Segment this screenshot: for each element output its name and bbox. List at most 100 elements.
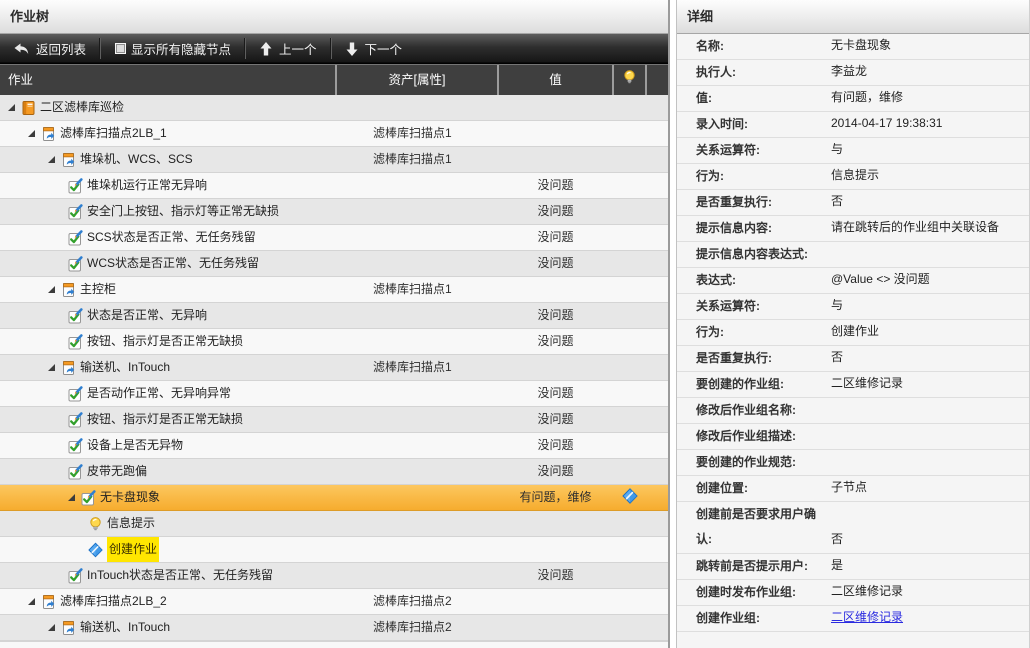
tree-row-selected[interactable]: 无卡盘现象 有问题，维修: [0, 485, 668, 511]
tree-row[interactable]: 堆垛机、WCS、SCS滤棒库扫描点1: [0, 147, 668, 173]
tree-row-value-cell: 没问题: [499, 433, 612, 458]
tree-row[interactable]: 是否动作正常、无异响异常 没问题: [0, 381, 668, 407]
job-tree-panel: 作业树 返回列表 显示所有隐藏节点 上一个: [0, 0, 670, 648]
show-hidden-nodes-label: 显示所有隐藏节点: [131, 39, 231, 58]
tree-node-label: 按钮、指示灯是否正常无缺损: [87, 329, 243, 354]
tree-row[interactable]: 按钮、指示灯是否正常无缺损没问题: [0, 407, 668, 433]
expand-collapse-icon[interactable]: [28, 130, 35, 137]
tree-row-asset-cell: 滤棒库扫描点2: [337, 615, 497, 640]
tree-row[interactable]: 状态是否正常、无异响没问题: [0, 303, 668, 329]
detail-field-row: 要创建的作业组:二区维修记录: [677, 372, 1030, 398]
detail-field-label: 表达式:: [696, 268, 828, 293]
detail-fields: 名称:无卡盘现象执行人:李益龙值:有问题，维修录入时间:2014-04-17 1…: [677, 34, 1030, 632]
tree-row[interactable]: WCS状态是否正常、无任务残留 没问题: [0, 251, 668, 277]
column-header-flag[interactable]: [614, 65, 645, 96]
checked-item-icon: [68, 412, 83, 428]
expand-collapse-icon[interactable]: [48, 364, 55, 371]
expand-collapse-icon[interactable]: [68, 494, 75, 501]
column-header-job[interactable]: 作业: [8, 65, 33, 96]
expand-collapse-icon[interactable]: [8, 104, 15, 111]
tree-row[interactable]: 安全门上按钮、指示灯等正常无缺损没问题: [0, 199, 668, 225]
detail-field-value: 子节点: [831, 475, 867, 501]
tree-row-value-cell: 没问题: [499, 381, 612, 406]
tree-row-value-cell: 没问题: [499, 251, 612, 276]
tree-row-value-cell: 没问题: [499, 563, 612, 588]
detail-field-value-link[interactable]: 二区维修记录: [831, 605, 903, 631]
tree-toolbar: 返回列表 显示所有隐藏节点 上一个 下一个: [0, 34, 668, 64]
column-resize-handle[interactable]: [645, 65, 647, 96]
detail-field-label: 行为:: [696, 164, 828, 189]
detail-field-row: 是否重复执行:否: [677, 190, 1030, 216]
detail-field-row: 要创建的作业规范:: [677, 450, 1030, 476]
tree-row[interactable]: 按钮、指示灯是否正常无缺损 没问题: [0, 329, 668, 355]
tree-node-label: 二区滤棒库巡检: [40, 95, 124, 120]
column-header-value[interactable]: 值: [499, 65, 612, 96]
tree-row[interactable]: 堆垛机运行正常无异响 没问题: [0, 173, 668, 199]
down-arrow-icon: [346, 42, 358, 56]
expand-collapse-icon[interactable]: [48, 286, 55, 293]
detail-field-value: 李益龙: [831, 59, 867, 85]
detail-field-label: 创建前是否要求用户确认:: [696, 502, 828, 552]
tree-node-label: 堆垛机运行正常无异响: [87, 173, 207, 198]
detail-field-label: 关系运算符:: [696, 138, 828, 163]
column-header-asset[interactable]: 资产[属性]: [337, 65, 497, 96]
tree-row[interactable]: SCS状态是否正常、无任务残留没问题: [0, 225, 668, 251]
detail-field-value: 请在跳转后的作业组中关联设备: [831, 215, 999, 241]
tree-row[interactable]: 信息提示: [0, 511, 668, 537]
detail-field-row: 创建时发布作业组:二区维修记录: [677, 580, 1030, 606]
tree-row-value-cell: 没问题: [499, 173, 612, 198]
detail-field-row: 名称:无卡盘现象: [677, 34, 1030, 60]
detail-field-label: 执行人:: [696, 60, 828, 85]
tree-row-flag-cell: [614, 485, 645, 510]
checked-item-icon: [68, 386, 83, 402]
tree-row-asset-cell: 滤棒库扫描点1: [337, 355, 497, 380]
previous-label: 上一个: [279, 39, 317, 58]
tree-node-label: 设备上是否无异物: [87, 433, 183, 458]
clipboard-icon: [61, 620, 76, 636]
clipboard-icon: [41, 594, 56, 610]
checkbox-icon[interactable]: [115, 43, 126, 54]
tree-row[interactable]: 滤棒库扫描点2LB_1滤棒库扫描点1: [0, 121, 668, 147]
tree-row[interactable]: 滤棒库扫描点2LB_2滤棒库扫描点2: [0, 589, 668, 615]
tree-node-label: 创建作业: [107, 537, 159, 562]
tree-node-label: 输送机、InTouch: [80, 615, 170, 640]
expand-collapse-icon[interactable]: [28, 598, 35, 605]
tree-row[interactable]: 皮带无跑偏没问题: [0, 459, 668, 485]
detail-field-value: 二区维修记录: [831, 371, 903, 397]
tree-row[interactable]: InTouch状态是否正常、无任务残留没问题: [0, 563, 668, 589]
previous-button[interactable]: 上一个: [246, 34, 331, 63]
detail-field-value: 信息提示: [831, 163, 879, 189]
detail-field-row: 创建前是否要求用户确认:否: [677, 502, 1030, 554]
tree-row-asset-cell: 滤棒库扫描点1: [337, 277, 497, 302]
tree-row-asset-cell: 滤棒库扫描点2: [337, 589, 497, 614]
tree-row[interactable]: 二区滤棒库巡检: [0, 95, 668, 121]
detail-field-value: 与: [831, 293, 843, 319]
tree-node-label: 状态是否正常、无异响: [87, 303, 207, 328]
clipboard-icon: [61, 360, 76, 376]
detail-field-label: 是否重复执行:: [696, 346, 828, 371]
show-hidden-nodes-button[interactable]: 显示所有隐藏节点: [101, 34, 245, 63]
tree-row-value-cell: 有问题，维修: [499, 485, 612, 510]
detail-field-label: 要创建的作业组:: [696, 372, 828, 397]
tree-row[interactable]: 输送机、InTouch 滤棒库扫描点1: [0, 355, 668, 381]
tree-node-label: 是否动作正常、无异响异常: [87, 381, 231, 406]
tree-row-job-cell: WCS状态是否正常、无任务残留: [0, 251, 335, 276]
tree-row[interactable]: 输送机、InTouch 滤棒库扫描点2: [0, 615, 668, 641]
detail-field-row: 行为:信息提示: [677, 164, 1030, 190]
tree-node-label: 输送机、InTouch: [80, 355, 170, 380]
tree-row[interactable]: 主控柜 滤棒库扫描点1: [0, 277, 668, 303]
expand-collapse-icon[interactable]: [48, 624, 55, 631]
tree-node-label: 主控柜: [80, 277, 116, 302]
tree-row[interactable]: 设备上是否无异物 没问题: [0, 433, 668, 459]
detail-field-value: 2014-04-17 19:38:31: [831, 111, 942, 137]
expand-collapse-icon[interactable]: [48, 156, 55, 163]
tree-row-job-cell: 输送机、InTouch: [0, 615, 335, 640]
next-button[interactable]: 下一个: [332, 34, 417, 63]
tree-row-value-cell: 没问题: [499, 329, 612, 354]
tree-row-job-cell: 创建作业: [0, 537, 335, 562]
back-to-list-button[interactable]: 返回列表: [0, 34, 100, 63]
tree-row-job-cell: 无卡盘现象: [0, 485, 335, 510]
detail-field-label: 要创建的作业规范:: [696, 450, 828, 475]
tree-row-partial: [0, 641, 668, 648]
tree-row[interactable]: 创建作业: [0, 537, 668, 563]
